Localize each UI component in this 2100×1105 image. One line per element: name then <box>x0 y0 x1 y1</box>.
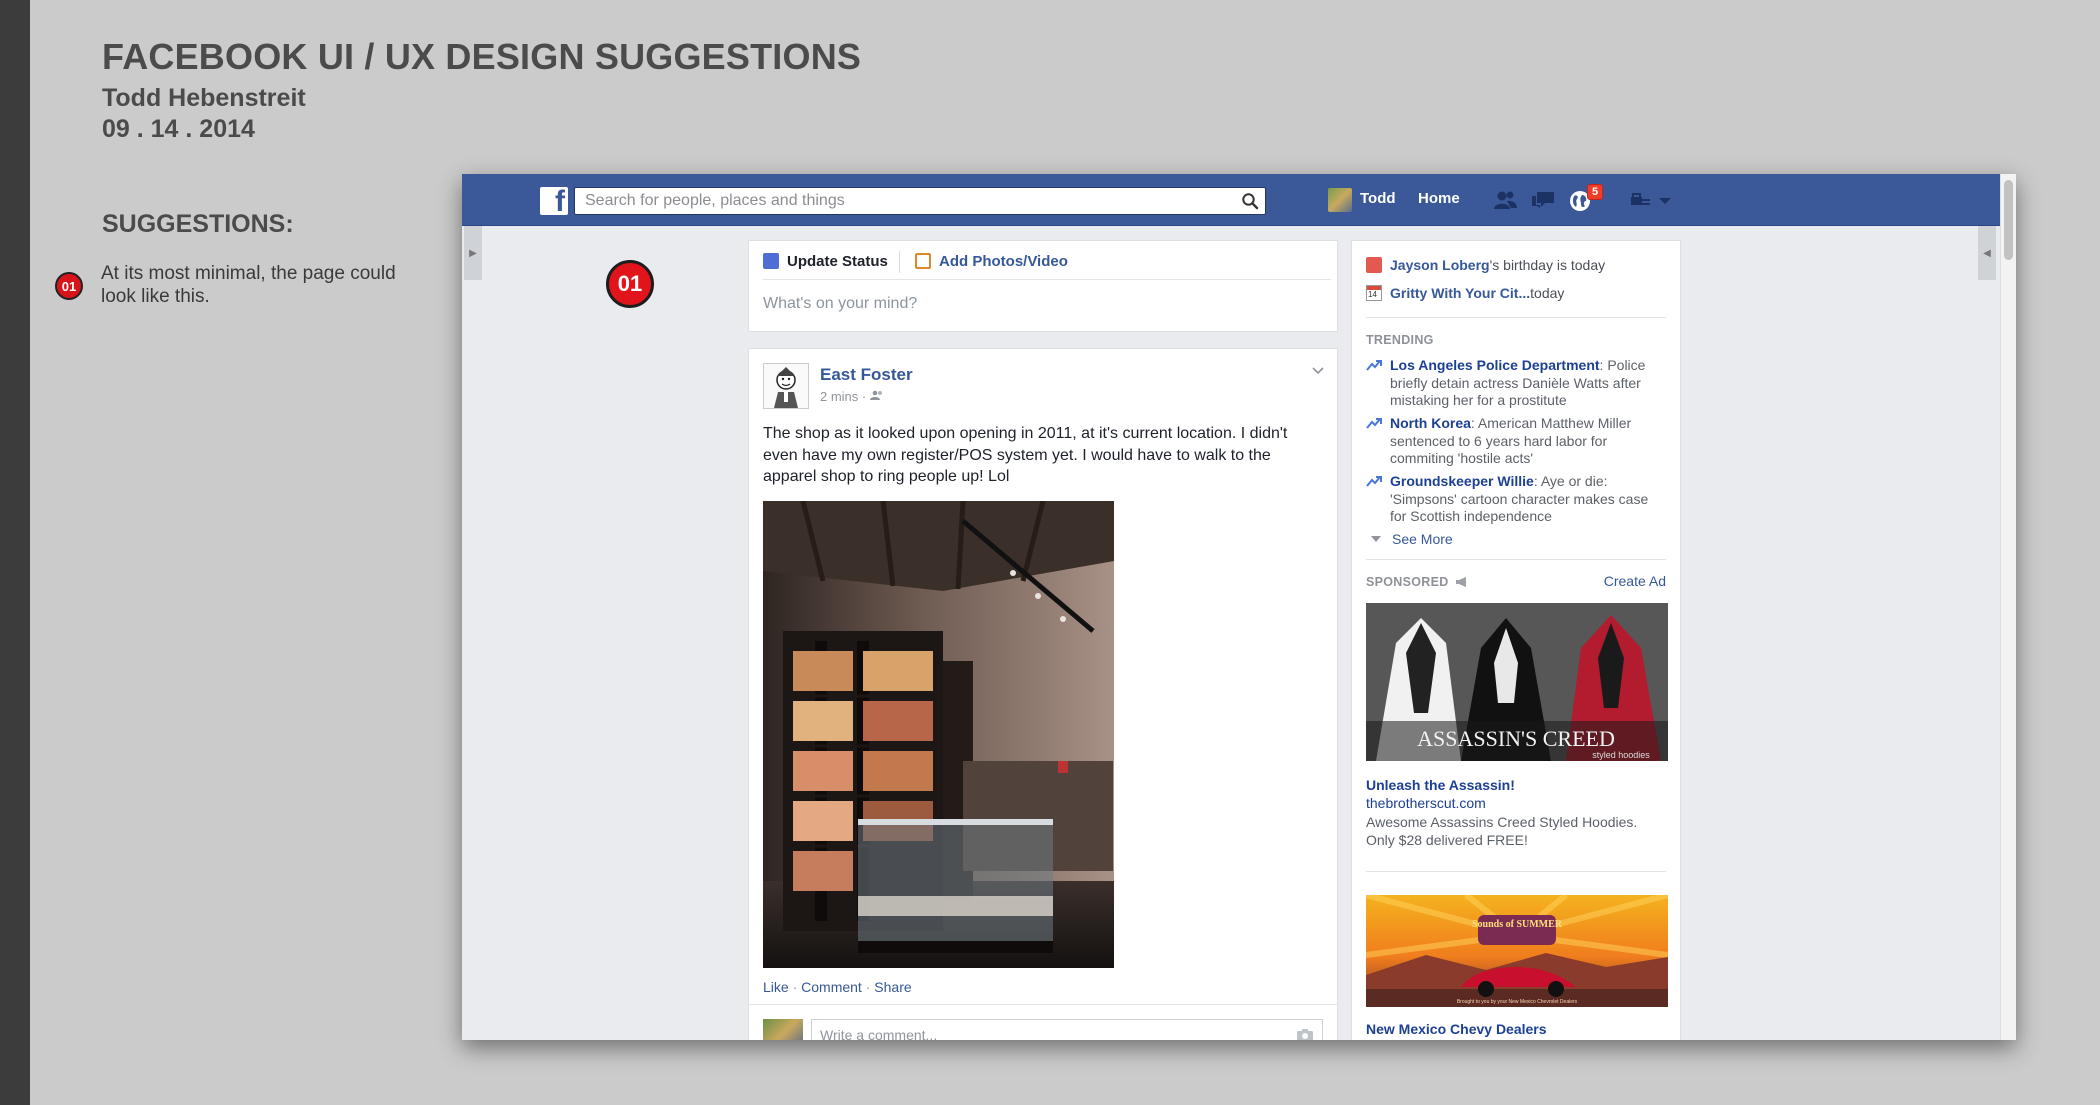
gift-icon <box>1366 257 1382 273</box>
ad-banner-title: ASSASSIN'S CREED <box>1417 726 1615 751</box>
comment-box <box>811 1019 1323 1040</box>
privacy-shortcuts-icon[interactable] <box>1628 189 1654 211</box>
comment-input[interactable] <box>818 1026 1262 1040</box>
see-more-link[interactable]: See More <box>1366 531 1453 547</box>
status-composer: Update Status Add Photos/Video What's on… <box>748 240 1338 332</box>
messages-icon[interactable] <box>1530 189 1556 211</box>
photo-icon <box>915 253 931 269</box>
ad-banner-title: Sounds of SUMMER <box>1472 919 1563 930</box>
ad-url[interactable]: thebrotherscut.com <box>1366 795 1486 811</box>
document-author: Todd Hebenstreit <box>102 84 306 112</box>
document-title: FACEBOOK UI / UX DESIGN SUGGESTIONS <box>102 36 862 77</box>
window-scrollbar[interactable] <box>2000 174 2016 1040</box>
birthday-reminder[interactable]: Jayson Loberg's birthday is today <box>1366 257 1605 273</box>
ad-title[interactable]: Unleash the Assassin! <box>1366 777 1515 793</box>
ad-image-chevy[interactable]: Sounds of SUMMER Brought to you by your … <box>1366 895 1668 1007</box>
suggestion-number-badge: 01 <box>55 272 83 300</box>
like-link[interactable]: Like <box>763 979 789 995</box>
ad-banner-subtitle: Brought to you by your New Mexico Chevro… <box>1457 999 1578 1005</box>
left-sidebar-toggle[interactable]: ▶ <box>464 226 482 280</box>
pencil-icon <box>763 253 779 269</box>
document-date: 09 . 14 . 2014 <box>102 115 255 143</box>
left-edge-strip <box>0 0 30 1105</box>
comment-link[interactable]: Comment <box>801 979 862 995</box>
composer-divider <box>763 279 1331 280</box>
trending-item[interactable]: Groundskeeper Willie: Aye or die: 'Simps… <box>1366 473 1666 526</box>
megaphone-icon <box>1455 577 1466 587</box>
post-comment-divider <box>749 1004 1337 1005</box>
post-author-name[interactable]: East Foster <box>820 365 913 385</box>
chevron-down-icon <box>1371 536 1381 542</box>
right-sidebar-toggle[interactable]: ◀ <box>1978 226 1996 280</box>
post-author-avatar[interactable] <box>763 363 809 409</box>
trending-item[interactable]: North Korea: American Matthew Miller sen… <box>1366 415 1666 468</box>
post-actions: Like · Comment · Share <box>763 979 912 995</box>
sidebar-divider <box>1366 317 1666 318</box>
trending-item[interactable]: Los Angeles Police Department: Police br… <box>1366 357 1666 410</box>
post-options-chevron-icon[interactable] <box>1311 363 1325 377</box>
status-input[interactable]: What's on your mind? <box>763 295 917 313</box>
cartoon-avatar-icon <box>774 367 798 408</box>
facebook-logo-icon[interactable]: f <box>540 187 568 217</box>
sidebar-divider <box>1366 559 1666 560</box>
scrollbar-thumb[interactable] <box>2004 180 2013 260</box>
share-link[interactable]: Share <box>874 979 911 995</box>
shop-interior-photo <box>763 501 1114 968</box>
trending-arrow-icon <box>1366 476 1382 487</box>
post-text: The shop as it looked upon opening in 20… <box>763 425 1288 485</box>
composer-tab-divider <box>899 251 900 273</box>
create-ad-link[interactable]: Create Ad <box>1604 573 1666 589</box>
home-link[interactable]: Home <box>1418 190 1460 207</box>
add-photos-tab[interactable]: Add Photos/Video <box>915 249 1068 273</box>
suggestion-marker-badge: 01 <box>606 260 654 308</box>
friend-requests-icon[interactable] <box>1492 189 1518 211</box>
user-avatar[interactable] <box>1328 188 1352 212</box>
suggestion-text: At its most minimal, the page could look… <box>101 263 396 307</box>
post-timestamp[interactable]: 2 mins · <box>820 389 884 404</box>
ad-description: Awesome Assassins Creed Styled Hoodies. … <box>1366 814 1638 848</box>
facebook-mockup-window: f Todd Home 5 ▶ ◀ 01 Update Status Add P… <box>462 174 2016 1040</box>
ad-banner-subtitle: styled hoodies <box>1592 750 1650 760</box>
search-box <box>574 187 1266 215</box>
trending-arrow-icon <box>1366 418 1382 429</box>
camera-icon[interactable] <box>1296 1028 1314 1040</box>
account-menu-chevron-icon[interactable] <box>1656 189 1674 211</box>
trending-heading: TRENDING <box>1366 333 1434 347</box>
ad-image-assassins-creed[interactable]: ASSASSIN'S CREED styled hoodies <box>1366 603 1668 761</box>
news-feed-post: East Foster 2 mins · The shop as it look… <box>748 348 1338 1040</box>
search-input[interactable] <box>583 188 1227 214</box>
event-reminder[interactable]: 14 Gritty With Your Cit... today <box>1366 285 1564 301</box>
suggestions-heading: SUGGESTIONS: <box>102 210 294 238</box>
sidebar-divider <box>1366 871 1666 872</box>
ad-title[interactable]: New Mexico Chevy Dealers <box>1366 1021 1547 1037</box>
post-photo[interactable] <box>763 501 1114 968</box>
trending-arrow-icon <box>1366 360 1382 371</box>
notification-count-badge: 5 <box>1587 184 1603 200</box>
sponsored-heading: SPONSORED <box>1366 575 1469 589</box>
commenter-avatar <box>763 1019 803 1040</box>
calendar-icon: 14 <box>1366 285 1382 301</box>
search-icon[interactable] <box>1241 192 1259 210</box>
update-status-tab[interactable]: Update Status <box>763 249 888 273</box>
friends-audience-icon[interactable] <box>869 390 884 401</box>
profile-link[interactable]: Todd <box>1360 190 1396 207</box>
facebook-top-bar: f Todd Home 5 <box>462 174 2016 226</box>
right-sidebar: Jayson Loberg's birthday is today 14 Gri… <box>1351 240 1681 1040</box>
